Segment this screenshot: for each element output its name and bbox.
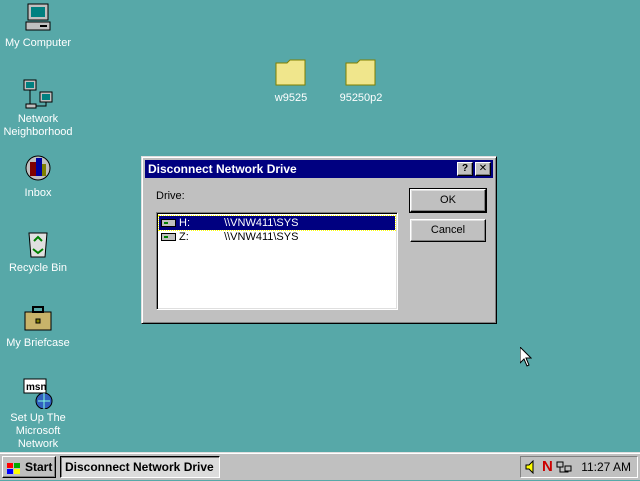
help-button[interactable]: ? [457, 162, 473, 176]
inbox-icon [22, 152, 54, 184]
desktop-icon-label: Set Up The Microsoft Network [10, 412, 66, 450]
drive-label: Drive: [156, 190, 185, 202]
close-button[interactable]: ✕ [475, 162, 491, 176]
folder-icon [345, 58, 377, 86]
drive-label-text: Drive: [156, 190, 185, 202]
network-icon [22, 78, 54, 110]
netware-icon[interactable]: N [542, 457, 553, 477]
desktop-icon-label: My Briefcase [6, 337, 70, 349]
clock[interactable]: 11:27 AM [581, 457, 631, 477]
svg-text:msn: msn [26, 382, 47, 393]
computer-icon [22, 2, 54, 34]
ok-button[interactable]: OK [409, 188, 487, 213]
drive-list[interactable]: H: \\VNW411\SYS Z: \\VNW411\SYS [156, 212, 398, 310]
desktop-folder-95250p2[interactable]: 95250p2 [323, 58, 399, 104]
briefcase-icon [22, 302, 54, 334]
desktop-icon-label: Inbox [24, 187, 52, 199]
desktop-icon-label: Network Neighborhood [3, 113, 73, 138]
system-tray: N 11:27 AM [520, 456, 638, 478]
network-drive-icon [161, 219, 176, 227]
folder-label: w9525 [274, 92, 308, 104]
msn-icon: msn [22, 377, 54, 410]
disconnect-network-drive-dialog: Disconnect Network Drive ? ✕ Drive: H: \… [141, 156, 497, 324]
desktop-icon-label: My Computer [4, 37, 72, 49]
folder-label: 95250p2 [339, 92, 383, 104]
start-label: Start [25, 460, 53, 474]
taskbar: Start Disconnect Network Drive N 11:27 A… [0, 452, 640, 480]
network-drive-icon [161, 233, 176, 241]
drive-path: \\VNW411\SYS [224, 217, 299, 229]
desktop-icon-my-computer[interactable]: My Computer [0, 2, 76, 50]
mouse-cursor-icon [519, 345, 533, 367]
dialog-title: Disconnect Network Drive [148, 162, 297, 176]
desktop-icon-network-neighborhood[interactable]: Network Neighborhood [0, 78, 76, 139]
recycle-bin-icon [22, 227, 54, 259]
list-item[interactable]: Z: \\VNW411\SYS [159, 230, 395, 244]
start-button[interactable]: Start [2, 456, 56, 478]
desktop-icon-my-briefcase[interactable]: My Briefcase [0, 302, 76, 350]
windows-logo-icon [7, 461, 21, 474]
speaker-icon[interactable] [525, 459, 539, 480]
desktop-icon-inbox[interactable]: Inbox [0, 152, 76, 200]
desktop-icon-label: Recycle Bin [8, 262, 68, 274]
desktop-folder-w9525[interactable]: w9525 [253, 58, 329, 104]
desktop-icon-msn[interactable]: msn Set Up The Microsoft Network [0, 377, 76, 451]
dialog-titlebar[interactable]: Disconnect Network Drive ? ✕ [145, 160, 493, 178]
list-item[interactable]: H: \\VNW411\SYS [158, 215, 396, 231]
desktop-icon-recycle-bin[interactable]: Recycle Bin [0, 227, 76, 275]
taskbar-item-disconnect-network-drive[interactable]: Disconnect Network Drive [60, 456, 220, 478]
drive-letter: H: [179, 217, 190, 229]
drive-path: \\VNW411\SYS [224, 231, 299, 243]
folder-icon [275, 58, 307, 86]
network-status-icon[interactable] [556, 460, 572, 480]
drive-letter: Z: [179, 231, 189, 243]
cancel-button[interactable]: Cancel [410, 219, 486, 242]
